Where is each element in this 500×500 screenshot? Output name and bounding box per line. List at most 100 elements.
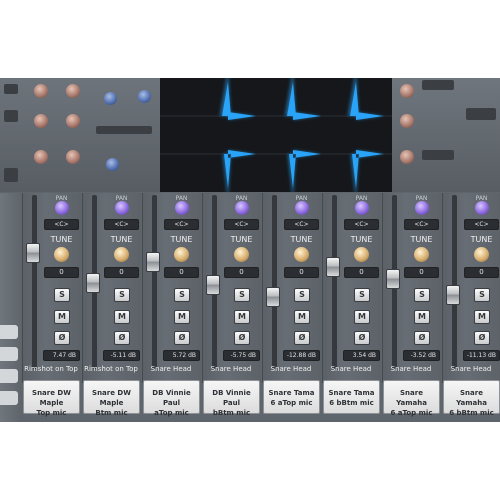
knob-icon[interactable] bbox=[66, 150, 80, 164]
knob-icon[interactable] bbox=[400, 150, 414, 164]
knob-icon[interactable] bbox=[104, 92, 117, 105]
channel-name-button[interactable]: Snare DW Maple Btm mic bbox=[83, 380, 140, 417]
fader-handle[interactable] bbox=[26, 243, 40, 263]
phase-button[interactable]: Ø bbox=[414, 331, 430, 345]
pan-value[interactable]: <C> bbox=[224, 219, 259, 230]
pan-value[interactable]: <C> bbox=[284, 219, 319, 230]
channel-name-button[interactable]: Snare Tama 6 aTop mic bbox=[263, 380, 320, 414]
knob-icon[interactable] bbox=[66, 114, 80, 128]
tune-value[interactable]: 0 bbox=[44, 267, 79, 278]
pan-value[interactable]: <C> bbox=[44, 219, 79, 230]
tune-value[interactable]: 0 bbox=[284, 267, 319, 278]
channel-name-button[interactable]: DB Vinnie Paul aTop mic bbox=[143, 380, 200, 417]
mute-button[interactable]: M bbox=[54, 310, 70, 324]
mute-button[interactable]: M bbox=[294, 310, 310, 324]
pan-value[interactable]: <C> bbox=[344, 219, 379, 230]
channel-name-line2: 6 bBtm mic bbox=[449, 409, 494, 417]
pan-knob-icon[interactable] bbox=[175, 201, 189, 215]
tune-value[interactable]: 0 bbox=[464, 267, 499, 278]
channel-name-button[interactable]: Snare Tama 6 bBtm mic bbox=[323, 380, 380, 414]
solo-button[interactable]: S bbox=[54, 288, 70, 302]
channel-strip: PAN <C> TUNE 0 S M Ø 5.72 dB bbox=[142, 193, 201, 383]
fader-track[interactable] bbox=[152, 195, 157, 369]
fader-handle[interactable] bbox=[446, 285, 460, 305]
tune-value[interactable]: 0 bbox=[344, 267, 379, 278]
phase-button[interactable]: Ø bbox=[354, 331, 370, 345]
mute-button[interactable]: M bbox=[474, 310, 490, 324]
solo-button[interactable]: S bbox=[234, 288, 250, 302]
tune-knob-icon[interactable] bbox=[114, 247, 129, 262]
mute-button[interactable]: M bbox=[354, 310, 370, 324]
mute-button[interactable]: M bbox=[114, 310, 130, 324]
tune-knob-icon[interactable] bbox=[474, 247, 489, 262]
channel-name-button[interactable]: Snare Yamaha 6 aTop mic bbox=[383, 380, 440, 417]
pan-knob-icon[interactable] bbox=[115, 201, 129, 215]
phase-button[interactable]: Ø bbox=[234, 331, 250, 345]
tune-knob-icon[interactable] bbox=[174, 247, 189, 262]
fader-track[interactable] bbox=[32, 195, 37, 369]
solo-button[interactable]: S bbox=[114, 288, 130, 302]
knob-icon[interactable] bbox=[34, 84, 48, 98]
pan-knob-icon[interactable] bbox=[235, 201, 249, 215]
tune-value[interactable]: 0 bbox=[224, 267, 259, 278]
channel-name-button[interactable]: Snare Yamaha 6 bBtm mic bbox=[443, 380, 500, 417]
pan-knob-icon[interactable] bbox=[475, 201, 489, 215]
fader-handle[interactable] bbox=[386, 268, 400, 289]
solo-button[interactable]: S bbox=[294, 288, 310, 302]
group-label: Rimshot on Top bbox=[84, 365, 138, 373]
knob-icon[interactable] bbox=[400, 84, 414, 98]
mute-button[interactable]: M bbox=[174, 310, 190, 324]
pan-value[interactable]: <C> bbox=[464, 219, 499, 230]
pan-knob-icon[interactable] bbox=[295, 201, 309, 215]
pan-knob-icon[interactable] bbox=[355, 201, 369, 215]
mute-button[interactable]: M bbox=[234, 310, 250, 324]
tune-knob-icon[interactable] bbox=[294, 247, 309, 262]
mute-button[interactable]: M bbox=[414, 310, 430, 324]
pan-knob-icon[interactable] bbox=[415, 201, 429, 215]
phase-button[interactable]: Ø bbox=[114, 331, 130, 345]
knob-icon[interactable] bbox=[400, 114, 414, 128]
slot bbox=[422, 150, 454, 160]
phase-button[interactable]: Ø bbox=[54, 331, 70, 345]
knob-icon[interactable] bbox=[66, 84, 80, 98]
tune-value[interactable]: 0 bbox=[164, 267, 199, 278]
tune-knob-icon[interactable] bbox=[54, 247, 69, 262]
fader-handle[interactable] bbox=[206, 274, 220, 295]
knob-icon[interactable] bbox=[34, 114, 48, 128]
fader-handle[interactable] bbox=[326, 256, 340, 277]
pan-knob-icon[interactable] bbox=[55, 201, 69, 215]
pan-value[interactable]: <C> bbox=[164, 219, 199, 230]
tune-knob-icon[interactable] bbox=[234, 247, 249, 262]
side-tab[interactable] bbox=[0, 325, 18, 339]
side-tab[interactable] bbox=[0, 369, 18, 383]
phase-button[interactable]: Ø bbox=[174, 331, 190, 345]
pan-value[interactable]: <C> bbox=[404, 219, 439, 230]
knob-icon[interactable] bbox=[106, 158, 119, 171]
phase-button[interactable]: Ø bbox=[474, 331, 490, 345]
pan-value[interactable]: <C> bbox=[104, 219, 139, 230]
channel-controls: PAN <C> TUNE 0 S M Ø -5.11 dB bbox=[103, 193, 140, 373]
fader-track[interactable] bbox=[332, 195, 337, 369]
side-tab[interactable] bbox=[0, 347, 18, 361]
solo-button[interactable]: S bbox=[354, 288, 370, 302]
waveform-peak bbox=[350, 82, 384, 188]
fader-handle[interactable] bbox=[86, 273, 100, 293]
fader-handle[interactable] bbox=[146, 252, 160, 272]
channel-name-button[interactable]: DB Vinnie Paul bBtm mic bbox=[203, 380, 260, 417]
phase-button[interactable]: Ø bbox=[294, 331, 310, 345]
solo-button[interactable]: S bbox=[474, 288, 490, 302]
fader-handle[interactable] bbox=[266, 286, 280, 307]
knob-icon[interactable] bbox=[138, 90, 151, 103]
fader-track[interactable] bbox=[272, 195, 277, 369]
channel-name-button[interactable]: Snare DW Maple Top mic bbox=[23, 380, 80, 417]
knob-icon[interactable] bbox=[34, 150, 48, 164]
tune-value[interactable]: 0 bbox=[404, 267, 439, 278]
waveform-display[interactable] bbox=[160, 78, 392, 192]
tune-knob-icon[interactable] bbox=[354, 247, 369, 262]
solo-button[interactable]: S bbox=[414, 288, 430, 302]
side-tab[interactable] bbox=[0, 391, 18, 405]
tune-value[interactable]: 0 bbox=[104, 267, 139, 278]
tune-knob-icon[interactable] bbox=[414, 247, 429, 262]
fader-track[interactable] bbox=[452, 195, 457, 369]
solo-button[interactable]: S bbox=[174, 288, 190, 302]
